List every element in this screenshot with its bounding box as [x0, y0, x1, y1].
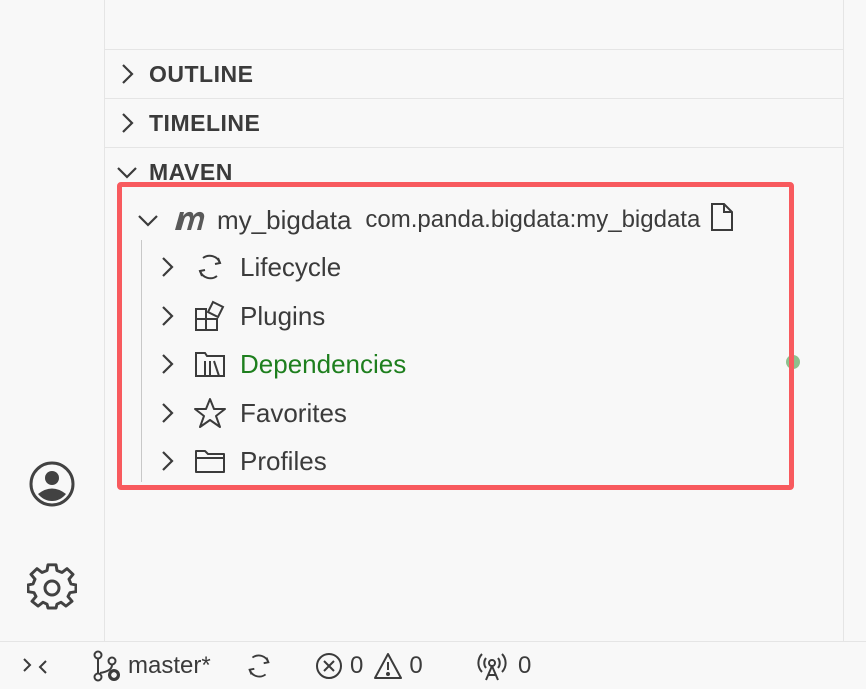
section-timeline-header[interactable]: TIMELINE — [105, 98, 843, 147]
chevron-down-icon — [105, 163, 149, 181]
section-outline-header[interactable]: OUTLINE — [105, 49, 843, 98]
problems-indicator[interactable]: 0 0 — [314, 642, 423, 689]
activity-bar — [0, 0, 105, 641]
source-control-branch[interactable]: master* — [90, 642, 211, 689]
broadcast-icon — [476, 650, 508, 682]
git-branch-icon — [90, 649, 124, 683]
section-timeline-label: TIMELINE — [149, 109, 261, 136]
sync-changes-icon[interactable] — [244, 642, 274, 689]
manage-gear-icon[interactable] — [26, 562, 78, 614]
branch-name: master* — [128, 651, 211, 679]
section-outline-label: OUTLINE — [149, 60, 254, 87]
status-bar: master* 0 0 0 — [0, 641, 866, 689]
warning-icon — [373, 651, 403, 681]
sidebar-border — [843, 0, 844, 641]
account-icon[interactable] — [26, 458, 78, 510]
ports-count: 0 — [518, 651, 532, 679]
highlight-annotation-box — [117, 182, 794, 490]
ports-indicator[interactable]: 0 — [476, 642, 531, 689]
remote-indicator-icon[interactable] — [20, 642, 50, 689]
error-icon — [314, 651, 344, 681]
error-count: 0 — [350, 651, 364, 679]
warning-count: 0 — [409, 651, 423, 679]
chevron-right-icon — [105, 112, 149, 134]
chevron-right-icon — [105, 63, 149, 85]
